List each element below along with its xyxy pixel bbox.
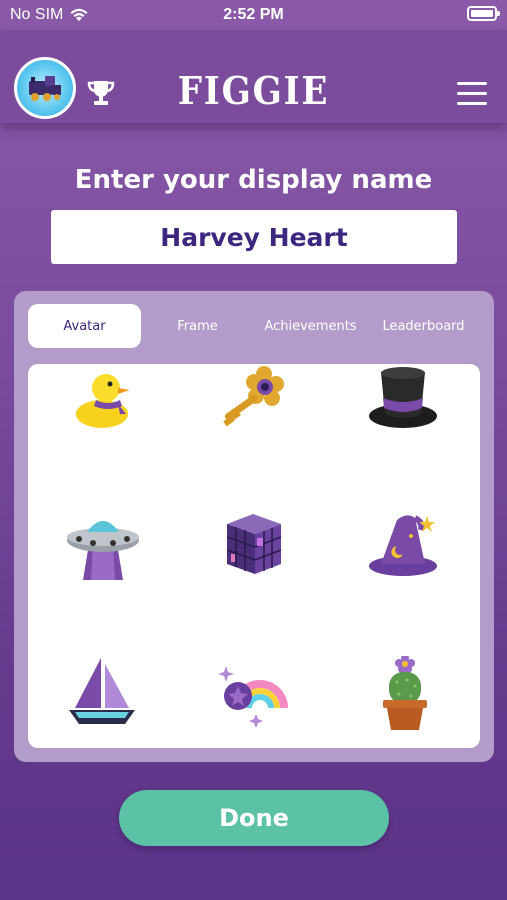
avatar-option-rainbow[interactable] (179, 656, 329, 748)
tab-achievements[interactable]: Achievements (254, 304, 367, 348)
display-name-prompt: Enter your display name (74, 165, 433, 195)
avatar-option-wizard-hat[interactable] (330, 510, 480, 638)
cactus-icon (383, 656, 427, 730)
rainbow-icon (218, 666, 288, 728)
hamburger-menu-icon[interactable] (457, 82, 487, 106)
wizard-hat-icon (369, 515, 437, 576)
app-logo: FIGGIE (177, 68, 330, 113)
ufo-icon (67, 521, 139, 580)
done-button[interactable]: Done (119, 790, 389, 846)
sailboat-icon (69, 658, 135, 724)
avatar-option-cube[interactable] (179, 510, 329, 638)
avatar-option-key[interactable] (179, 364, 329, 492)
app-header: FIGGIE (0, 30, 507, 123)
tab-frame[interactable]: Frame (141, 304, 254, 348)
tab-leaderboard[interactable]: Leaderboard (367, 304, 480, 348)
avatar-grid (28, 364, 480, 748)
status-time: 2:52 PM (223, 6, 284, 23)
status-bar: No SIM 2:52 PM (0, 0, 507, 30)
avatar-option-sailboat[interactable] (28, 656, 178, 748)
golden-key-icon (223, 366, 284, 427)
battery-icon (467, 6, 500, 21)
tab-avatar[interactable]: Avatar (28, 304, 141, 348)
avatar-option-cactus[interactable] (330, 656, 480, 748)
avatar-option-duck[interactable] (28, 364, 178, 492)
avatar-option-ufo[interactable] (28, 510, 178, 638)
customization-panel: Avatar Frame Achievements Leaderboard (14, 291, 494, 762)
tab-bar: Avatar Frame Achievements Leaderboard (28, 304, 480, 348)
cube-icon (226, 514, 282, 574)
rubber-duck-icon (76, 374, 130, 428)
display-name-input[interactable] (51, 210, 457, 264)
top-hat-icon (369, 367, 437, 428)
avatar-option-top-hat[interactable] (330, 364, 480, 492)
